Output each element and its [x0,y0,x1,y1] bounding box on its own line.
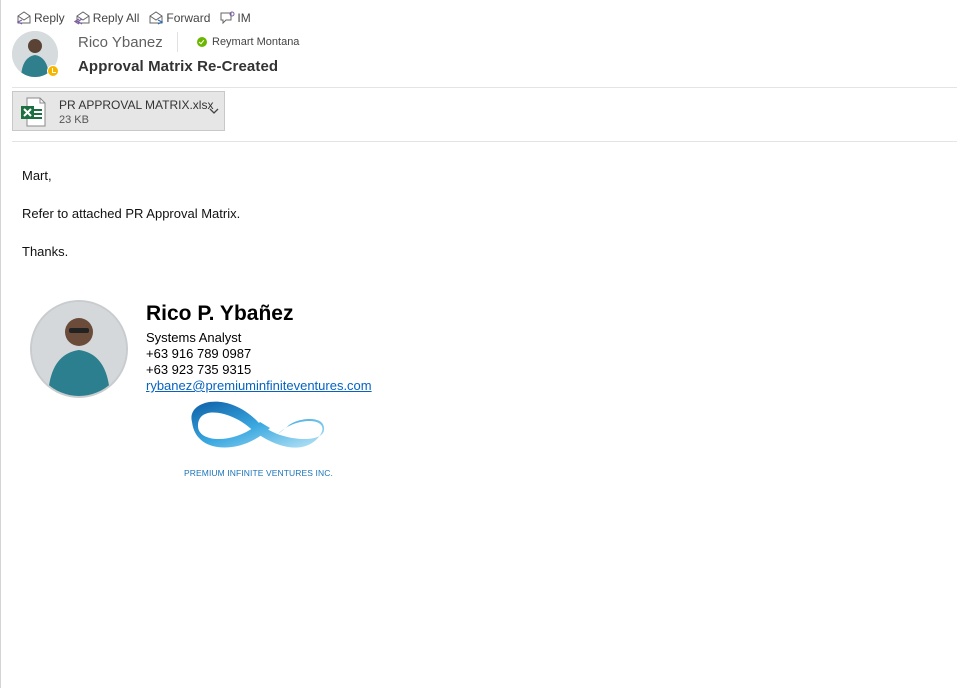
presence-away-icon [47,65,59,77]
attachment-name: PR APPROVAL MATRIX.xlsx [59,98,214,112]
header-divider [12,87,957,88]
signature-photo [30,300,128,398]
message-toolbar: Reply Reply All Forward IM [16,8,251,28]
header-separator [177,32,178,52]
signature-email-link[interactable]: rybanez@premiuminfiniteventures.com [146,378,372,393]
reply-all-button[interactable]: Reply All [73,11,140,25]
left-border [0,0,1,688]
reply-all-icon [73,11,90,25]
presence-available-icon [197,37,207,47]
reply-button[interactable]: Reply [16,11,65,25]
body-divider [12,141,957,142]
company-name: PREMIUM INFINITE VENTURES INC. [184,468,333,478]
excel-file-icon [21,97,46,127]
company-logo-icon [191,401,325,448]
person-photo [32,302,126,396]
attachment-card[interactable]: PR APPROVAL MATRIX.xlsx 23 KB [12,91,225,131]
forward-button[interactable]: Forward [148,11,210,25]
greeting-text: Mart, [22,168,52,183]
signature-name: Rico P. Ybañez [146,302,294,325]
chevron-down-icon[interactable] [208,106,220,116]
sender-name[interactable]: Rico Ybanez [78,34,163,51]
recipient-name: Reymart Montana [212,36,300,48]
im-button[interactable]: IM [219,11,251,25]
signature-phone-1: +63 916 789 0987 [146,346,252,361]
chat-bubble-icon [220,11,235,25]
attachment-size: 23 KB [59,114,89,126]
forward-label: Forward [166,11,211,25]
reply-all-label: Reply All [92,11,140,25]
forward-icon [149,11,164,25]
reply-icon [16,11,31,25]
signature-phone-2: +63 923 735 9315 [146,362,252,377]
body-line: Refer to attached PR Approval Matrix. [22,206,241,221]
recipient[interactable]: Reymart Montana [197,36,299,48]
im-label: IM [237,11,251,25]
message-subject: Approval Matrix Re-Created [78,58,279,75]
reply-label: Reply [34,11,65,25]
signature-title: Systems Analyst [146,330,242,345]
closing-text: Thanks. [22,244,69,259]
